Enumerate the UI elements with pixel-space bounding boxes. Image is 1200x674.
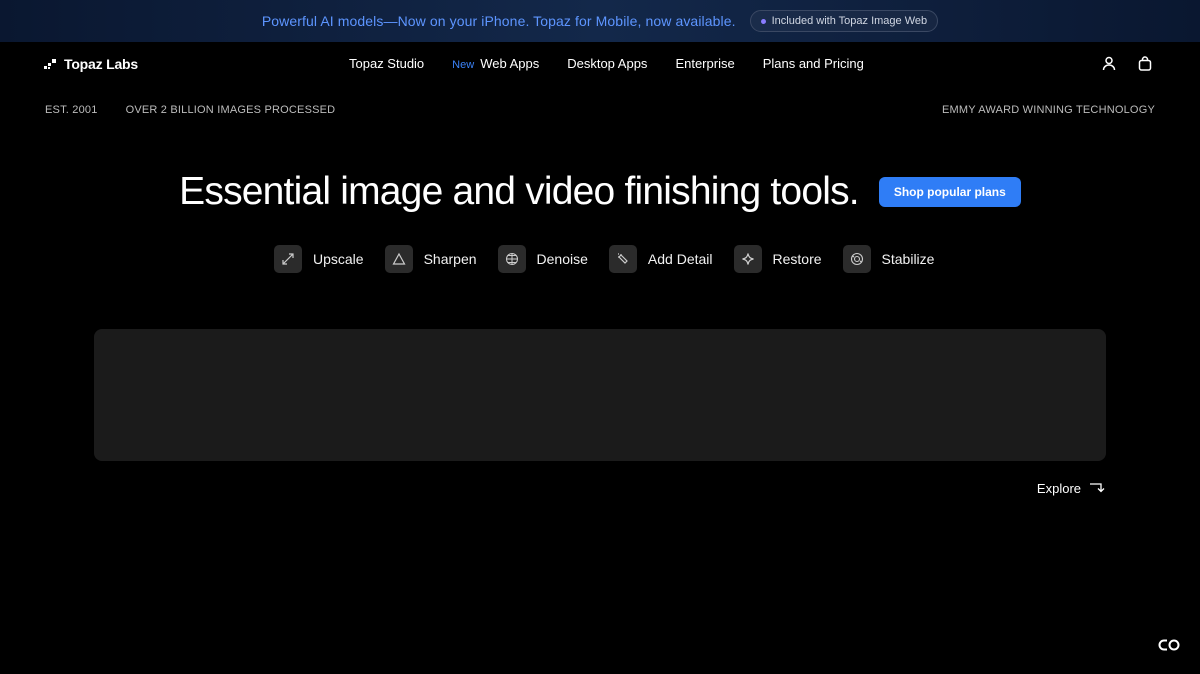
tool-sharpen[interactable]: Sharpen [384, 245, 477, 273]
upscale-icon [274, 245, 302, 273]
tool-label: Upscale [313, 251, 364, 267]
stat-established: EST. 2001 [45, 104, 98, 116]
stat-images-processed: OVER 2 BILLION IMAGES PROCESSED [125, 104, 336, 116]
tool-label: Stabilize [881, 251, 935, 267]
logo[interactable]: Topaz Labs [44, 56, 138, 72]
tool-denoise[interactable]: Denoise [497, 245, 588, 273]
tool-list: Upscale Sharpen Denoise Add Detail Resto… [274, 245, 934, 273]
nav-link-plans-and-pricing[interactable]: Plans and Pricing [763, 56, 864, 71]
tool-stabilize[interactable]: Stabilize [842, 245, 935, 273]
stat-award: EMMY AWARD WINNING TECHNOLOGY [942, 104, 1155, 116]
tool-label: Add Detail [647, 251, 713, 267]
restore-icon [733, 245, 762, 273]
announcement-text[interactable]: Powerful AI models—Now on your iPhone. T… [262, 13, 736, 29]
tool-restore[interactable]: Restore [733, 245, 822, 273]
pill-dot-icon [760, 18, 766, 24]
nav-link-web-apps[interactable]: New Web Apps [452, 56, 539, 71]
tool-upscale[interactable]: Upscale [274, 245, 364, 273]
add-detail-icon [608, 245, 637, 273]
stats-row: EST. 2001 OVER 2 BILLION IMAGES PROCESSE… [45, 104, 1155, 118]
sharpen-icon [384, 245, 413, 273]
nav-link-enterprise[interactable]: Enterprise [675, 56, 734, 71]
shop-popular-plans-button[interactable]: Shop popular plans [878, 177, 1021, 207]
link-icon[interactable] [1158, 638, 1182, 652]
arrow-down-right-icon [1089, 481, 1105, 496]
logo-text: Topaz Labs [64, 56, 138, 72]
media-preview-panel [94, 329, 1106, 461]
explore-link[interactable]: Explore [1037, 481, 1105, 496]
logo-mark-icon [44, 58, 57, 70]
nav-icons [1100, 54, 1154, 72]
cart-icon[interactable] [1136, 54, 1154, 72]
account-icon[interactable] [1100, 54, 1118, 72]
denoise-icon [497, 245, 526, 273]
tool-add-detail[interactable]: Add Detail [608, 245, 713, 273]
nav-link-topaz-studio[interactable]: Topaz Studio [349, 56, 424, 71]
tool-label: Denoise [536, 251, 588, 267]
explore-label: Explore [1036, 481, 1081, 496]
announcement-pill[interactable]: Included with Topaz Image Web [749, 10, 939, 32]
tool-label: Sharpen [423, 251, 477, 267]
new-badge: New [452, 59, 475, 71]
nav-link-web-apps-label: Web Apps [480, 56, 540, 71]
main-nav: Topaz Labs Topaz Studio New Web Apps Desk… [0, 42, 1200, 86]
nav-links: Topaz Studio New Web Apps Desktop Apps En… [349, 56, 864, 71]
nav-link-desktop-apps[interactable]: Desktop Apps [567, 56, 647, 71]
hero: Essential image and video finishing tool… [0, 170, 1200, 214]
announcement-bar[interactable]: Powerful AI models—Now on your iPhone. T… [0, 0, 1200, 42]
tool-label: Restore [772, 251, 822, 267]
announcement-pill-label: Included with Topaz Image Web [771, 15, 928, 27]
stabilize-icon [842, 245, 871, 273]
hero-title: Essential image and video finishing tool… [179, 170, 859, 213]
